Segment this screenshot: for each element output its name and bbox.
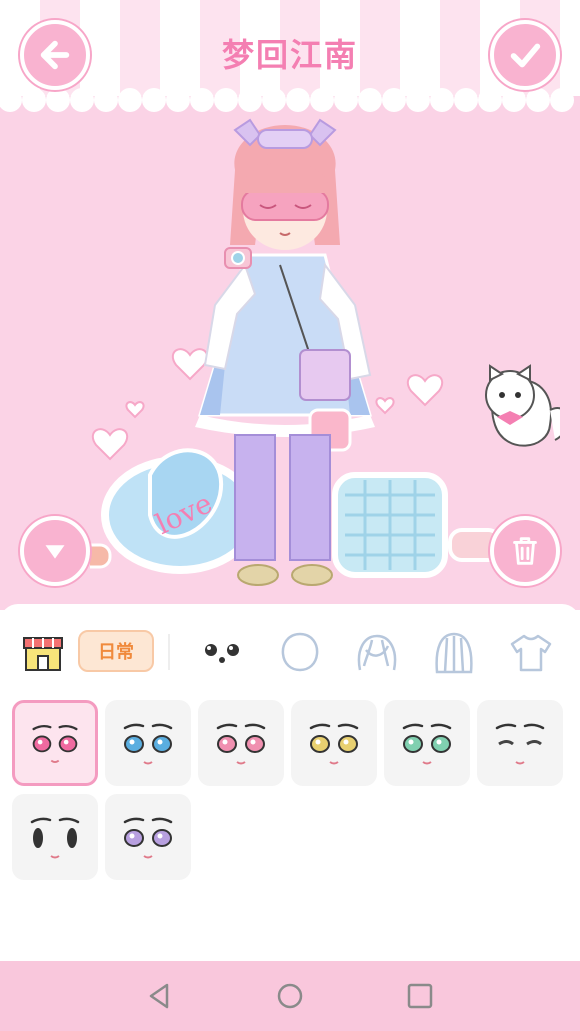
nav-home-button[interactable] <box>275 981 305 1011</box>
hair-front-icon <box>357 634 397 671</box>
category-toolbar: 日常 <box>0 618 580 688</box>
face-option-8[interactable] <box>105 794 191 880</box>
circle-home-icon <box>277 983 303 1009</box>
tab-face-features[interactable] <box>197 628 247 678</box>
face-preview-icon <box>32 724 78 763</box>
face-preview-icon <box>309 723 359 765</box>
face-option-6[interactable] <box>477 700 563 786</box>
face-option-3[interactable] <box>198 700 284 786</box>
category-daily-tab[interactable]: 日常 <box>78 630 154 672</box>
face-preview-icon <box>216 723 266 765</box>
triangle-back-icon <box>149 983 169 1009</box>
face-option-1[interactable] <box>12 700 98 786</box>
character-doll: love <box>90 118 560 586</box>
toolbar-divider <box>168 634 170 670</box>
tab-clothing[interactable] <box>506 628 556 678</box>
customization-panel: 日常 <box>0 604 580 964</box>
face-option-2[interactable] <box>105 700 191 786</box>
face-option-7[interactable] <box>12 794 98 880</box>
face-option-5[interactable] <box>384 700 470 786</box>
tab-hair-front[interactable] <box>352 628 402 678</box>
back-button[interactable] <box>20 20 90 90</box>
chevron-down-icon <box>45 545 65 559</box>
nav-recents-button[interactable] <box>405 981 435 1011</box>
nav-back-button[interactable] <box>145 981 175 1011</box>
shop-icon <box>23 637 63 671</box>
face-features-icon <box>205 644 239 663</box>
trash-icon <box>513 537 537 565</box>
square-recents-icon <box>407 983 433 1009</box>
dressup-scene: 梦回江南 love <box>0 0 580 610</box>
confirm-button[interactable] <box>490 20 560 90</box>
delete-button[interactable] <box>490 516 560 586</box>
tab-head-shape[interactable] <box>275 628 325 678</box>
check-icon <box>510 43 541 68</box>
hair-back-icon <box>435 632 473 674</box>
arrow-left-icon <box>40 40 70 70</box>
head-shape-icon <box>281 632 319 672</box>
tab-hair-back[interactable] <box>429 628 479 678</box>
shirt-icon <box>510 634 552 672</box>
face-preview-icon <box>123 817 173 859</box>
face-preview-icon <box>123 723 173 765</box>
face-option-4[interactable] <box>291 700 377 786</box>
shop-button[interactable] <box>18 628 68 678</box>
face-preview-icon <box>495 723 545 765</box>
face-preview-icon <box>30 817 80 859</box>
system-navbar <box>0 961 580 1031</box>
collapse-panel-button[interactable] <box>20 516 90 586</box>
face-preview-icon <box>402 723 452 765</box>
